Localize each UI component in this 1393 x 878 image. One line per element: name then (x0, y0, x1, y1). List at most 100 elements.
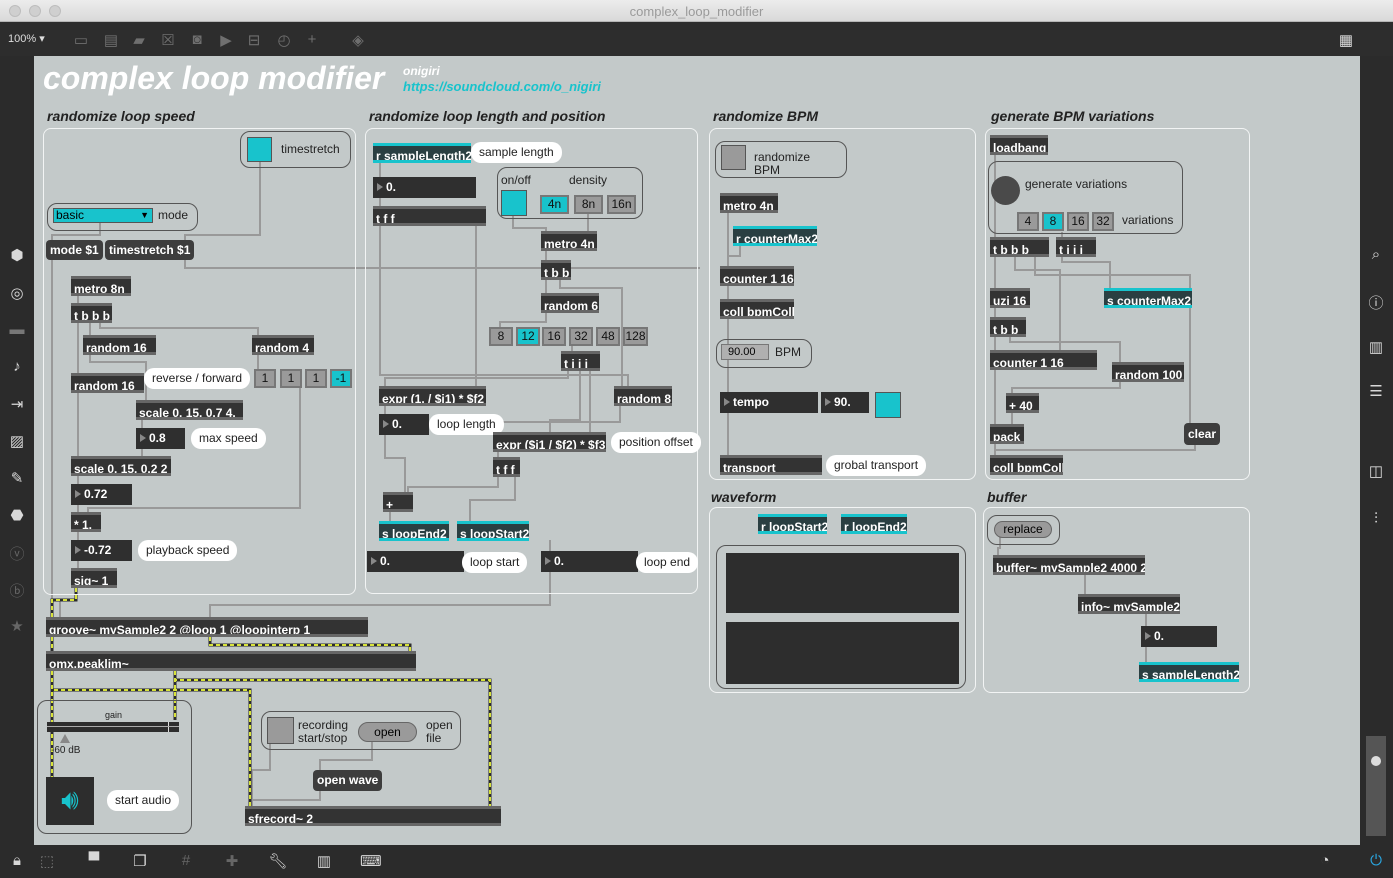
trigger-object[interactable]: t b b (990, 317, 1026, 337)
add-patchcord-icon[interactable]: ✚ (222, 852, 242, 870)
bpm-number[interactable]: 90.00 (721, 344, 769, 360)
message-object-icon[interactable]: ▤ (101, 31, 121, 49)
trigger-object[interactable]: t b b b (990, 237, 1049, 257)
expr-object[interactable]: expr ($i1 / $f2) * $f3 (493, 432, 606, 452)
select-icon[interactable]: ⬚ (37, 852, 57, 870)
play-object-icon[interactable]: ▶ (216, 31, 236, 49)
density-message[interactable]: 16n (607, 195, 636, 214)
wrench-icon[interactable]: 🔧︎ (268, 852, 288, 870)
trigger-object[interactable]: t f f (493, 457, 520, 477)
expr-object[interactable]: expr (1. / $i1) * $f2 (379, 386, 486, 406)
keyboard-icon[interactable]: ⌨ (360, 852, 382, 870)
random-object[interactable]: random 8 (614, 386, 672, 406)
open-wave-message[interactable]: open wave (313, 770, 383, 791)
density-message[interactable]: 8n (574, 195, 603, 214)
division-message[interactable]: 48 (596, 327, 620, 346)
timestretch-toggle[interactable] (247, 137, 272, 162)
variation-message[interactable]: 32 (1092, 212, 1114, 231)
slider-object-icon[interactable]: ⊟ (244, 31, 264, 49)
multiply-object[interactable]: * 1. (71, 512, 101, 532)
vimeo-icon[interactable]: ⓥ (7, 543, 27, 564)
metro-object[interactable]: metro 4n (541, 231, 597, 251)
trigger-object[interactable]: t i i i (561, 351, 600, 371)
clear-message[interactable]: clear (1184, 423, 1221, 445)
receive-object[interactable]: r sampleLength2 (373, 143, 471, 163)
direction-message[interactable]: 1 (254, 369, 276, 388)
waveform-display-right[interactable] (726, 622, 959, 684)
step-icon[interactable]: ⇥ (7, 395, 27, 413)
music-note-icon[interactable]: ♪ (7, 358, 27, 375)
random-object[interactable]: random 6 (541, 293, 599, 313)
send-object[interactable]: s counterMax2 (1104, 288, 1192, 308)
bandcamp-icon[interactable]: ⓑ (7, 580, 27, 601)
counter-object[interactable]: counter 1 16 (720, 266, 794, 286)
package-icon[interactable]: ⬢ (7, 246, 27, 264)
scale-object[interactable]: scale 0. 15. 0.7 4. (136, 400, 243, 420)
pack-object[interactable]: pack (990, 424, 1024, 444)
plugin-icon[interactable]: ⬣ (7, 506, 27, 524)
power-icon[interactable]: ⏻ (1366, 852, 1386, 869)
waveform-display-left[interactable] (726, 553, 959, 613)
lock-icon[interactable]: 🔒︎ (7, 852, 27, 869)
cpu-meter-icon[interactable]: ◔ (1315, 852, 1335, 869)
variation-message[interactable]: 16 (1067, 212, 1089, 231)
sample-length-number[interactable]: 0. (373, 177, 476, 198)
speaker-icon[interactable]: 🔊︎ (46, 777, 94, 825)
dial-object-icon[interactable]: ◴ (274, 31, 294, 49)
transport-toggle[interactable] (875, 392, 901, 418)
open-button[interactable]: open (358, 722, 417, 742)
receive-object[interactable]: r counterMax2 (733, 226, 817, 246)
paperclip-icon[interactable]: ✎ (7, 469, 27, 487)
division-message[interactable]: 128 (623, 327, 648, 346)
groove-object[interactable]: groove~ mySample2 2 @loop 1 @loopinterp … (46, 617, 368, 637)
timestretch-message[interactable]: timestretch $1 (105, 240, 195, 260)
buffer-object[interactable]: buffer~ mySample2 4000 2 (993, 555, 1145, 575)
sample-length-number[interactable]: 0. (1141, 626, 1217, 647)
coll-object[interactable]: coll bpmColl (990, 455, 1063, 475)
recording-toggle[interactable] (267, 717, 294, 744)
volume-slider[interactable] (1366, 736, 1386, 836)
trigger-object[interactable]: t b b (541, 260, 571, 280)
mode-message[interactable]: mode $1 (46, 240, 103, 260)
grid-toggle-icon[interactable]: # (176, 852, 196, 869)
transport-object[interactable]: transport (720, 455, 822, 475)
coll-object[interactable]: coll bpmColl (720, 299, 794, 319)
random-object[interactable]: random 4 (252, 335, 314, 355)
playback-speed-number[interactable]: -0.72 (71, 540, 132, 561)
division-message[interactable]: 12 (516, 327, 540, 346)
random-object[interactable]: random 16 (71, 373, 144, 393)
direction-message[interactable]: 1 (280, 369, 302, 388)
add-object-icon[interactable]: + (302, 31, 322, 48)
division-message[interactable]: 32 (569, 327, 593, 346)
replace-button[interactable]: replace (994, 521, 1052, 538)
speed-number[interactable]: 0.72 (71, 484, 132, 505)
randomize-bpm-toggle[interactable] (721, 145, 746, 170)
uzi-object[interactable]: uzi 16 (990, 288, 1030, 308)
generate-button[interactable] (991, 176, 1020, 205)
loop-end-number[interactable]: 0. (541, 551, 638, 572)
send-object[interactable]: s loopEnd2 (379, 521, 449, 541)
loop-length-number[interactable]: 0. (379, 414, 429, 435)
onoff-toggle[interactable] (501, 190, 527, 216)
book-icon[interactable]: ▥ (1366, 338, 1386, 356)
presentation-icon[interactable]: ▭ (71, 31, 91, 49)
star-icon[interactable]: ★ (7, 617, 27, 635)
piano-icon[interactable]: ▥ (314, 852, 334, 870)
density-message[interactable]: 4n (540, 195, 569, 214)
search-icon[interactable]: ⌕ (1366, 246, 1386, 263)
keyboard-icon[interactable]: ▬ (7, 321, 27, 338)
loop-start-number[interactable]: 0. (367, 551, 464, 572)
presentation-mode-icon[interactable]: ▀ (84, 852, 104, 869)
paint-bucket-icon[interactable]: ◈ (348, 31, 368, 49)
send-object[interactable]: s loopStart2 (457, 521, 529, 541)
variation-message[interactable]: 4 (1017, 212, 1039, 231)
zoom-dropdown[interactable]: 100% ▾ (8, 32, 45, 45)
windows-icon[interactable]: ❐ (130, 852, 150, 870)
console-icon[interactable]: ☰ (1366, 382, 1386, 400)
direction-message[interactable]: 1 (305, 369, 327, 388)
button-object-icon[interactable]: ◙ (187, 31, 207, 48)
trigger-object[interactable]: t f f (373, 206, 486, 226)
max-speed-number[interactable]: 0.8 (136, 428, 185, 449)
info-icon[interactable]: ⓘ (1366, 292, 1386, 313)
info-object[interactable]: info~ mySample2 (1078, 594, 1180, 614)
